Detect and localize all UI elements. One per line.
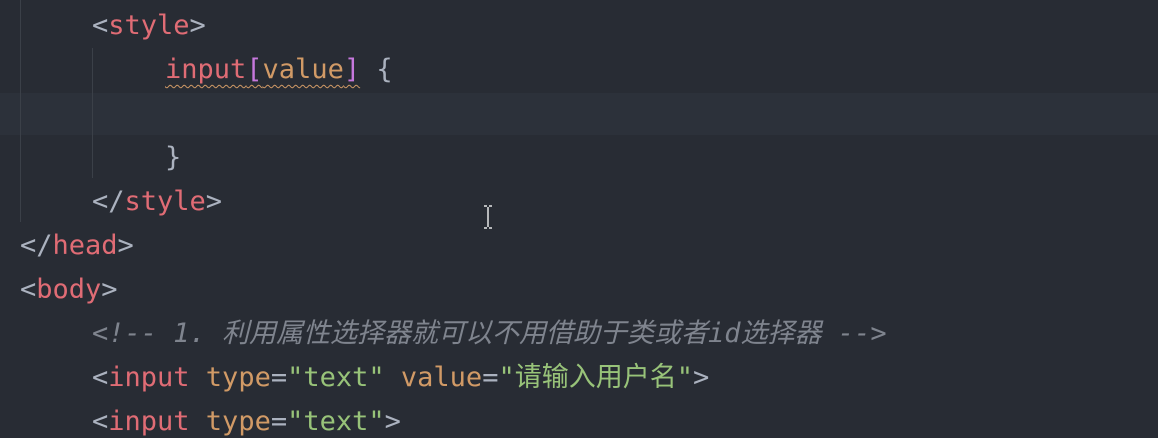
code-line-input-2[interactable]: <input type="text"> <box>92 400 401 438</box>
token: "text" <box>287 362 385 393</box>
token: > <box>101 274 118 305</box>
code-line-input-1[interactable]: <input type="text" value="请输入用户名"> <box>92 356 709 400</box>
token: </ <box>92 186 125 217</box>
token: > <box>692 362 710 393</box>
token: input <box>108 362 190 393</box>
token: style <box>124 186 206 217</box>
code-line-selector[interactable]: input[value] { <box>165 48 393 92</box>
token: input <box>108 406 190 437</box>
code-line-style-close[interactable]: </style> <box>92 180 222 224</box>
token: [ <box>246 54 263 85</box>
token: style <box>108 10 190 41</box>
token: < <box>20 274 37 305</box>
code-editor[interactable]: <style> input[value] { } </style> </head… <box>0 0 1158 438</box>
token: value <box>384 362 483 393</box>
token: "请输入用户名" <box>498 362 693 393</box>
token: { <box>360 54 393 85</box>
token: "text" <box>287 406 385 437</box>
token: > <box>205 186 223 217</box>
token: = <box>270 406 288 437</box>
token: > <box>384 406 401 437</box>
token: type <box>189 362 271 393</box>
token: body <box>36 274 102 305</box>
code-line-comment[interactable]: <!-- 1. 利用属性选择器就可以不用借助于类或者id选择器 --> <box>92 312 887 356</box>
indent-guide <box>20 0 21 222</box>
token: = <box>270 362 288 393</box>
code-line-body-open[interactable]: <body> <box>20 268 118 312</box>
token: } <box>165 142 182 173</box>
token: input <box>165 54 247 85</box>
code-line-close-brace[interactable]: } <box>165 136 181 180</box>
token: < <box>92 362 109 393</box>
token: > <box>117 230 134 261</box>
token: < <box>92 10 109 41</box>
code-line-style-open[interactable]: <style> <box>92 4 206 48</box>
token: < <box>92 406 109 437</box>
token: head <box>52 230 118 261</box>
indent-guide <box>92 48 93 178</box>
token: type <box>189 406 271 437</box>
token: value <box>262 54 344 85</box>
token: > <box>189 10 206 41</box>
code-line-head-close[interactable]: </head> <box>20 224 134 268</box>
text-cursor-icon <box>484 205 492 229</box>
token: <!-- 1. 利用属性选择器就可以不用借助于类或者id选择器 --> <box>92 318 887 349</box>
token: = <box>482 362 499 393</box>
selector-error-squiggle: input[value] <box>165 54 360 85</box>
token: </ <box>20 230 53 261</box>
token: ] <box>343 54 361 85</box>
current-line-highlight <box>0 93 1158 135</box>
